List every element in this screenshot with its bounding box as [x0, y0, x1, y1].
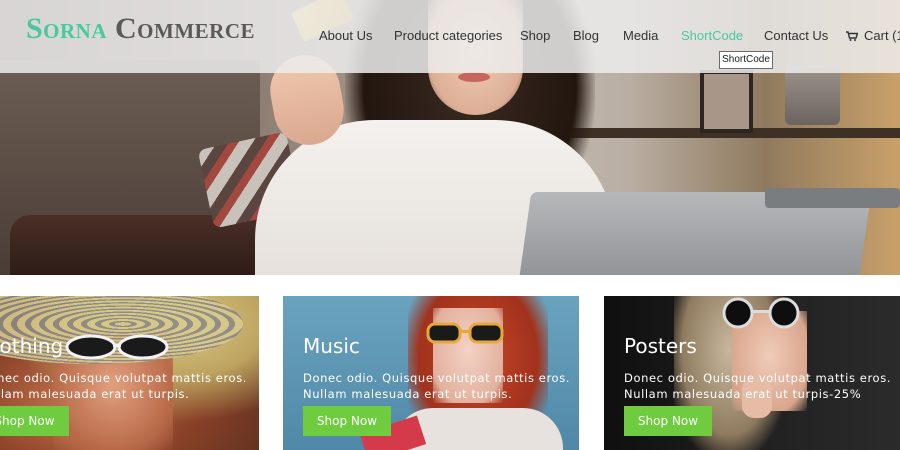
card-description: Donec odio. Quisque volutpat mattis eros… [0, 370, 250, 402]
sunglasses-icon [65, 334, 169, 360]
shop-now-button[interactable]: Shop Now [0, 406, 69, 436]
site-header: Sorna Commerce About Us Product categori… [0, 0, 900, 73]
cart-icon [846, 31, 858, 41]
card-description-line-1: Donec odio. Quisque volutpat mattis eros… [624, 371, 892, 385]
card-description-line-1: Donec odio. Quisque volutpat mattis eros… [0, 371, 248, 385]
card-description: Donec odio. Quisque volutpat mattis eros… [624, 370, 894, 402]
nav-item-blog[interactable]: Blog [573, 28, 599, 43]
card-description-line-2: Nullam malesuada erat ut turpis-25% [624, 387, 862, 401]
category-card-clothing[interactable]: Clothing Donec odio. Quisque volutpat ma… [0, 296, 259, 450]
shop-now-button[interactable]: Shop Now [303, 406, 391, 436]
category-card-posters[interactable]: Posters Donec odio. Quisque volutpat mat… [604, 296, 900, 450]
card-title: Clothing [0, 334, 64, 358]
cart-label: Cart (1) [864, 28, 900, 43]
hero-jar [785, 65, 840, 125]
hero-photo-frame [700, 70, 753, 133]
sunglasses-icon [426, 322, 504, 344]
category-card-music[interactable]: Music Donec odio. Quisque volutpat matti… [283, 296, 579, 450]
sunglasses-icon [722, 297, 800, 329]
nav-item-contact-us[interactable]: Contact Us [764, 28, 828, 43]
card-description: Donec odio. Quisque volutpat mattis eros… [303, 370, 573, 402]
card-description-line-1: Donec odio. Quisque volutpat mattis eros… [303, 371, 571, 385]
nav-item-product-categories[interactable]: Product categories [394, 28, 502, 43]
card-title: Music [303, 334, 360, 358]
card-description-line-2: Nullam malesuada erat ut turpis. [0, 387, 190, 401]
hero-laptop-edge [765, 188, 900, 208]
nav-item-shop[interactable]: Shop [520, 28, 550, 43]
shop-now-button[interactable]: Shop Now [624, 406, 712, 436]
cart-link[interactable]: Cart (1) [846, 28, 900, 43]
nav-item-media[interactable]: Media [623, 28, 658, 43]
card-title: Posters [624, 334, 697, 358]
main-nav: About Us Product categories Shop Blog Me… [0, 28, 900, 48]
nav-item-about-us[interactable]: About Us [319, 28, 372, 43]
card-description-line-2: Nullam malesuada erat ut turpis. [303, 387, 513, 401]
shortcode-tooltip: ShortCode [719, 51, 773, 69]
hero-person-lips [458, 72, 490, 82]
nav-item-shortcode[interactable]: ShortCode [681, 28, 743, 43]
